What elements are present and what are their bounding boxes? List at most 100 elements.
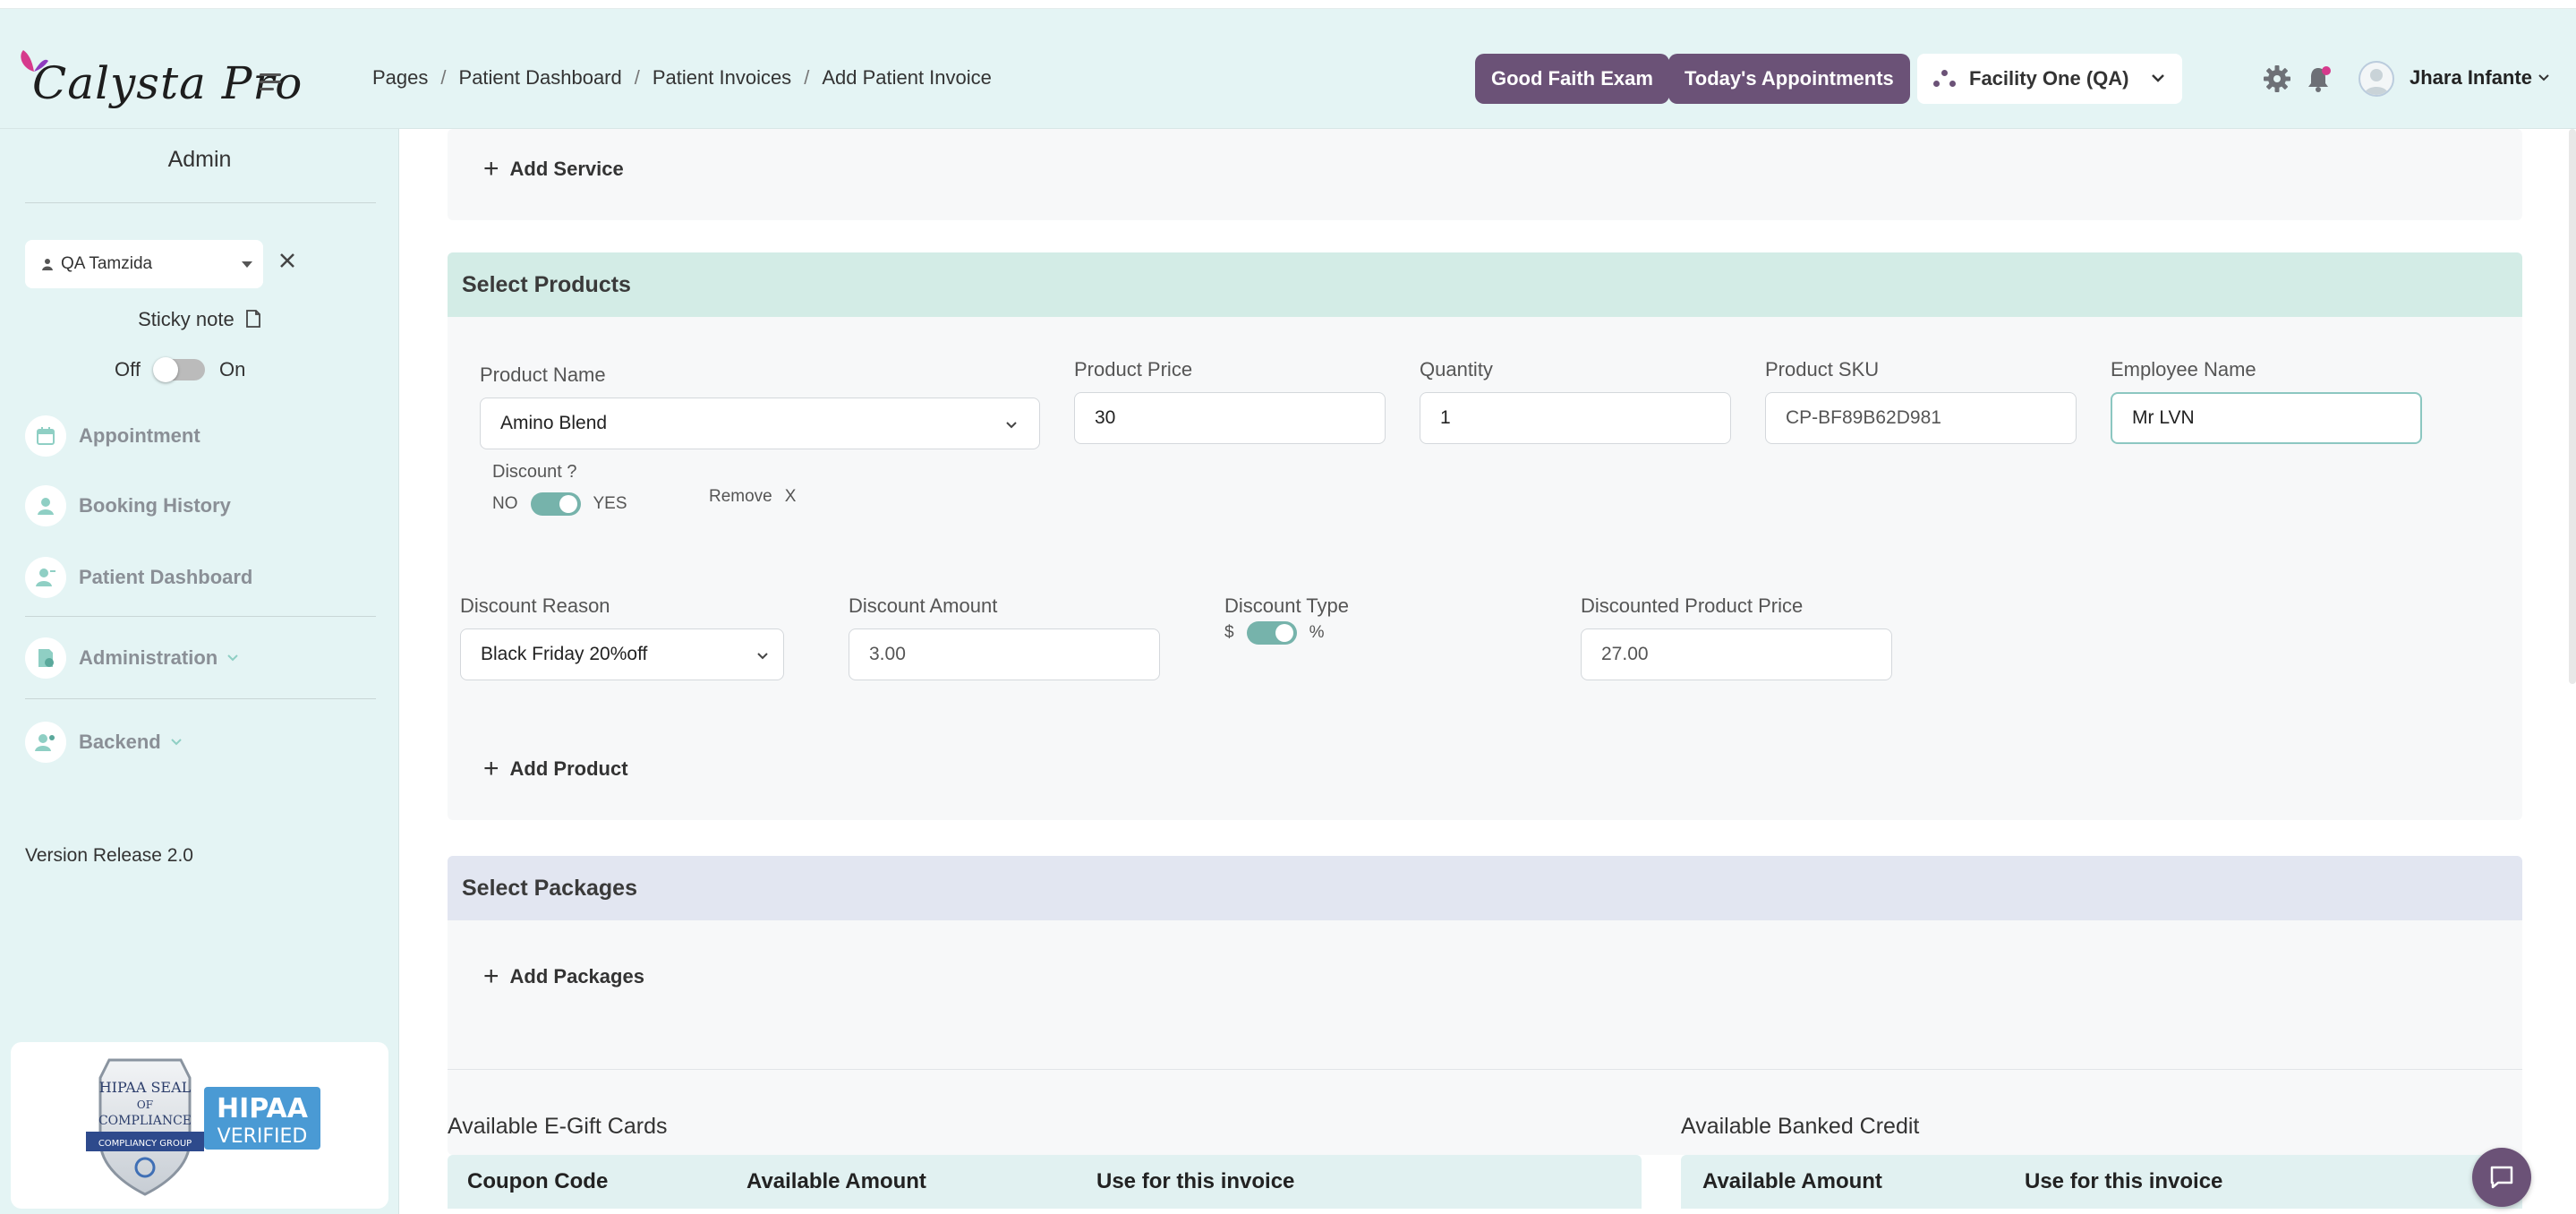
products-header: Select Products: [448, 252, 2522, 317]
version-label: Version Release 2.0: [25, 845, 193, 866]
egift-col-amount: Available Amount: [746, 1169, 926, 1193]
gear-icon[interactable]: [2263, 64, 2291, 93]
facility-name: Facility One (QA): [1969, 67, 2129, 90]
egift-title: Available E-Gift Cards: [448, 1114, 668, 1139]
sidebar-item-backend[interactable]: Backend: [25, 722, 183, 763]
add-packages-label: Add Packages: [509, 965, 644, 987]
close-icon[interactable]: [277, 251, 297, 270]
hipaa-seal-icon: HIPAA SEAL OF COMPLIANCE COMPLIANCY GROU…: [86, 1058, 320, 1196]
sidebar-item-patient-dashboard[interactable]: Patient Dashboard: [25, 557, 252, 598]
add-service-button[interactable]: + Add Service: [483, 156, 624, 183]
note-icon: [245, 310, 260, 328]
product-name-label: Product Name: [480, 363, 606, 386]
avatar-person-icon: [2364, 69, 2389, 95]
facility-select[interactable]: Facility One (QA): [1917, 54, 2182, 104]
discount-type-dollar: $: [1224, 623, 1234, 642]
good-faith-exam-button[interactable]: Good Faith Exam: [1475, 54, 1669, 104]
sidebar-item-appointment[interactable]: Appointment: [25, 415, 200, 457]
chevron-down-icon: [1006, 422, 1017, 429]
facility-icon: [1933, 70, 1957, 88]
sticky-note-label: Sticky note: [138, 308, 235, 330]
chevron-down-icon: [757, 653, 768, 660]
egift-col-coupon: Coupon Code: [467, 1169, 609, 1193]
sticky-note[interactable]: Sticky note: [0, 308, 399, 331]
caret-down-icon: [242, 261, 252, 268]
person-icon: [42, 259, 53, 270]
svg-text:HIPAA: HIPAA: [217, 1093, 309, 1124]
banked-credit-title: Available Banked Credit: [1681, 1114, 1920, 1139]
section-divider: [448, 1069, 2522, 1070]
employee-name-input[interactable]: Mr LVN: [2111, 392, 2422, 444]
product-price-label: Product Price: [1074, 358, 1193, 380]
plus-icon: +: [483, 754, 499, 783]
breadcrumb-current: Add Patient Invoice: [822, 66, 992, 89]
hipaa-badge: HIPAA SEAL OF COMPLIANCE COMPLIANCY GROU…: [11, 1042, 388, 1209]
discount-reason-select[interactable]: Black Friday 20%off: [460, 628, 784, 680]
user-menu[interactable]: Jhara Infante: [2410, 66, 2550, 90]
banked-col-use: Use for this invoice: [2025, 1169, 2223, 1193]
svg-text:OF: OF: [137, 1099, 153, 1111]
svg-text:VERIFIED: VERIFIED: [218, 1125, 308, 1148]
discount-reason-value: Black Friday 20%off: [481, 644, 648, 664]
quantity-label: Quantity: [1420, 358, 1493, 380]
hipaa-seal-text: HIPAA SEAL: [99, 1079, 192, 1096]
services-panel: + Add Service: [448, 129, 2522, 220]
sticky-switch[interactable]: [152, 357, 205, 382]
todays-appointments-button[interactable]: Today's Appointments: [1668, 54, 1910, 104]
app-logo[interactable]: Calysta Pro: [16, 45, 302, 116]
add-product-button[interactable]: + Add Product: [483, 756, 628, 782]
notification-bell-icon[interactable]: [2304, 64, 2333, 93]
discount-no-label: NO: [492, 494, 518, 513]
egift-table-header: Coupon Code Available Amount Use for thi…: [448, 1155, 1642, 1209]
user-icon: [25, 485, 66, 526]
page-scrollbar[interactable]: [2569, 129, 2576, 684]
chevron-down-icon: [2538, 74, 2549, 81]
svg-text:COMPLIANCY GROUP: COMPLIANCY GROUP: [98, 1139, 192, 1149]
discounted-price-input[interactable]: 27.00: [1581, 628, 1892, 680]
patient-name: QA Tamzida: [61, 254, 153, 273]
discount-type-toggle-group: $ %: [1224, 621, 1324, 645]
product-name-value: Amino Blend: [500, 413, 608, 433]
discount-switch[interactable]: [530, 492, 581, 516]
products-panel: Select Products Product Name Amino Blend…: [448, 252, 2522, 820]
breadcrumb: Pages / Patient Dashboard / Patient Invo…: [372, 66, 992, 90]
user-name: Jhara Infante: [2410, 66, 2532, 89]
admin-icon: [25, 637, 66, 679]
quantity-input[interactable]: 1: [1420, 392, 1731, 444]
discount-type-label: Discount Type: [1224, 594, 1350, 617]
discount-reason-label: Discount Reason: [460, 594, 610, 617]
sidebar-divider: [25, 698, 376, 699]
menu-toggle-icon[interactable]: [260, 73, 281, 91]
employee-name-label: Employee Name: [2111, 358, 2256, 380]
sidebar-divider: [25, 202, 376, 203]
patient-select[interactable]: QA Tamzida: [25, 240, 263, 288]
product-price-input[interactable]: 30: [1074, 392, 1386, 444]
product-sku-label: Product SKU: [1765, 358, 1880, 380]
discount-toggle-group: NO YES: [492, 492, 627, 516]
breadcrumb-patient-dashboard[interactable]: Patient Dashboard: [459, 66, 622, 90]
backend-icon: [25, 722, 66, 763]
sidebar-role: Admin: [167, 147, 232, 172]
packages-header: Select Packages: [448, 856, 2522, 920]
discount-type-switch[interactable]: [1246, 621, 1297, 645]
breadcrumb-patient-invoices[interactable]: Patient Invoices: [653, 66, 791, 90]
top-header: Calysta Pro Pages / Patient Dashboard / …: [0, 9, 2576, 129]
product-sku-input[interactable]: CP-BF89B62D981: [1765, 392, 2077, 444]
banked-table-header: Available Amount Use for this invoice: [1681, 1155, 2522, 1209]
sidebar-item-label: Patient Dashboard: [79, 566, 253, 588]
toggle-off-label: Off: [115, 358, 141, 380]
chat-button[interactable]: [2472, 1148, 2531, 1207]
sidebar-item-label: Backend: [79, 731, 161, 753]
discount-amount-input[interactable]: 3.00: [849, 628, 1160, 680]
user-avatar[interactable]: [2358, 61, 2394, 97]
sidebar-item-administration[interactable]: Administration: [25, 637, 239, 679]
add-packages-button[interactable]: + Add Packages: [483, 963, 644, 990]
remove-product-button[interactable]: Remove X: [709, 487, 796, 507]
sidebar-item-booking-history[interactable]: Booking History: [25, 485, 231, 526]
sidebar-item-label: Appointment: [79, 424, 200, 447]
discount-label: Discount ?: [492, 462, 577, 482]
breadcrumb-pages[interactable]: Pages: [372, 66, 428, 90]
main-content: + Add Service Select Products Product Na…: [399, 129, 2576, 1214]
product-name-select[interactable]: Amino Blend: [480, 398, 1040, 449]
discounted-price-label: Discounted Product Price: [1581, 594, 1804, 617]
